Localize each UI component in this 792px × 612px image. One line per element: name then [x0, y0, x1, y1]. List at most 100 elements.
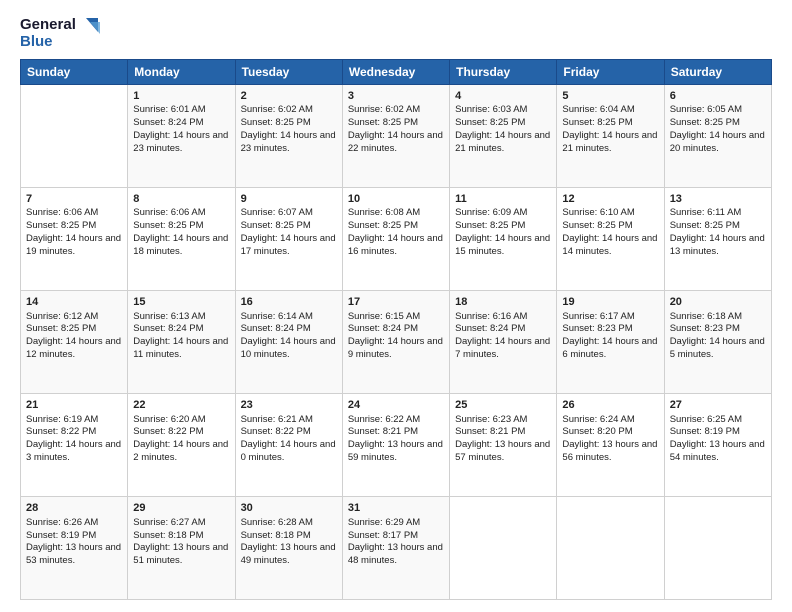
calendar-cell: 31Sunrise: 6:29 AM Sunset: 8:17 PMDayligh…	[342, 496, 449, 599]
day-number: 17	[348, 295, 444, 310]
sunrise-text: Sunrise: 6:05 AM	[670, 104, 742, 115]
week-row-3: 21Sunrise: 6:19 AMSunset: 8:22 PMDayligh…	[21, 393, 772, 496]
sunset-text: Sunset: 8:19 PM	[26, 530, 96, 541]
calendar-cell	[557, 496, 664, 599]
daylight-text: Daylight: 13 hours and 49 minutes.	[241, 542, 336, 566]
daylight-text: Daylight: 14 hours and 10 minutes.	[241, 336, 336, 360]
calendar-cell: 18Sunrise: 6:16 AMSunset: 8:24 PMDayligh…	[450, 290, 557, 393]
daylight-text: Daylight: 13 hours and 56 minutes.	[562, 439, 657, 463]
daylight-text: Daylight: 14 hours and 12 minutes.	[26, 336, 121, 360]
calendar-cell: 30Sunrise: 6:28 AMSunset: 8:18 PMDayligh…	[235, 496, 342, 599]
sunset-text: Sunset: 8:25 PM	[562, 220, 632, 231]
calendar-cell: 24Sunrise: 6:22 AMSunset: 8:21 PMDayligh…	[342, 393, 449, 496]
daylight-text: Daylight: 14 hours and 6 minutes.	[562, 336, 657, 360]
daylight-text: Daylight: 13 hours and 57 minutes.	[455, 439, 550, 463]
daylight-text: Daylight: 14 hours and 22 minutes.	[348, 130, 443, 154]
day-header-saturday: Saturday	[664, 59, 771, 84]
day-header-wednesday: Wednesday	[342, 59, 449, 84]
logo: General Blue	[20, 16, 100, 51]
day-number: 16	[241, 295, 337, 310]
sunset-text: Sunset: 8:25 PM	[670, 220, 740, 231]
day-number: 7	[26, 192, 122, 207]
calendar-cell: 16Sunrise: 6:14 AMSunset: 8:24 PMDayligh…	[235, 290, 342, 393]
sunset-text: Sunset: 8:25 PM	[455, 117, 525, 128]
day-number: 21	[26, 398, 122, 413]
calendar-cell: 3Sunrise: 6:02 AMSunset: 8:25 PMDaylight…	[342, 84, 449, 187]
sunset-text: Sunset: 8:18 PM	[133, 530, 203, 541]
day-number: 11	[455, 192, 551, 207]
sunrise-text: Sunrise: 6:29 AM	[348, 517, 420, 528]
day-number: 20	[670, 295, 766, 310]
day-number: 29	[133, 501, 229, 516]
calendar-cell: 12Sunrise: 6:10 AMSunset: 8:25 PMDayligh…	[557, 187, 664, 290]
sunset-text: Sunset: 8:24 PM	[133, 323, 203, 334]
week-row-4: 28Sunrise: 6:26 AMSunset: 8:19 PMDayligh…	[21, 496, 772, 599]
sunset-text: Sunset: 8:25 PM	[455, 220, 525, 231]
daylight-text: Daylight: 14 hours and 16 minutes.	[348, 233, 443, 257]
sunset-text: Sunset: 8:24 PM	[133, 117, 203, 128]
calendar-cell	[664, 496, 771, 599]
sunset-text: Sunset: 8:25 PM	[348, 220, 418, 231]
sunset-text: Sunset: 8:23 PM	[562, 323, 632, 334]
sunrise-text: Sunrise: 6:06 AM	[26, 207, 98, 218]
sunset-text: Sunset: 8:20 PM	[562, 426, 632, 437]
day-header-monday: Monday	[128, 59, 235, 84]
sunrise-text: Sunrise: 6:02 AM	[241, 104, 313, 115]
day-number: 25	[455, 398, 551, 413]
logo-bird-icon	[78, 16, 100, 34]
calendar-cell	[21, 84, 128, 187]
calendar-cell: 1Sunrise: 6:01 AMSunset: 8:24 PMDaylight…	[128, 84, 235, 187]
sunset-text: Sunset: 8:25 PM	[241, 220, 311, 231]
sunrise-text: Sunrise: 6:12 AM	[26, 311, 98, 322]
day-number: 14	[26, 295, 122, 310]
day-number: 31	[348, 501, 444, 516]
daylight-text: Daylight: 13 hours and 48 minutes.	[348, 542, 443, 566]
sunrise-text: Sunrise: 6:04 AM	[562, 104, 634, 115]
calendar-cell: 2Sunrise: 6:02 AMSunset: 8:25 PMDaylight…	[235, 84, 342, 187]
calendar-cell: 28Sunrise: 6:26 AMSunset: 8:19 PMDayligh…	[21, 496, 128, 599]
sunrise-text: Sunrise: 6:13 AM	[133, 311, 205, 322]
sunset-text: Sunset: 8:22 PM	[241, 426, 311, 437]
daylight-text: Daylight: 13 hours and 53 minutes.	[26, 542, 121, 566]
sunrise-text: Sunrise: 6:14 AM	[241, 311, 313, 322]
day-header-tuesday: Tuesday	[235, 59, 342, 84]
sunset-text: Sunset: 8:17 PM	[348, 530, 418, 541]
daylight-text: Daylight: 13 hours and 51 minutes.	[133, 542, 228, 566]
sunset-text: Sunset: 8:25 PM	[133, 220, 203, 231]
calendar-table: SundayMondayTuesdayWednesdayThursdayFrid…	[20, 59, 772, 601]
daylight-text: Daylight: 14 hours and 21 minutes.	[455, 130, 550, 154]
sunset-text: Sunset: 8:25 PM	[241, 117, 311, 128]
sunrise-text: Sunrise: 6:07 AM	[241, 207, 313, 218]
daylight-text: Daylight: 14 hours and 17 minutes.	[241, 233, 336, 257]
day-number: 22	[133, 398, 229, 413]
day-number: 28	[26, 501, 122, 516]
daylight-text: Daylight: 14 hours and 23 minutes.	[133, 130, 228, 154]
calendar-cell: 10Sunrise: 6:08 AMSunset: 8:25 PMDayligh…	[342, 187, 449, 290]
calendar-cell: 22Sunrise: 6:20 AMSunset: 8:22 PMDayligh…	[128, 393, 235, 496]
sunrise-text: Sunrise: 6:03 AM	[455, 104, 527, 115]
sunset-text: Sunset: 8:23 PM	[670, 323, 740, 334]
sunset-text: Sunset: 8:22 PM	[26, 426, 96, 437]
daylight-text: Daylight: 14 hours and 0 minutes.	[241, 439, 336, 463]
calendar-cell: 27Sunrise: 6:25 AMSunset: 8:19 PMDayligh…	[664, 393, 771, 496]
calendar-cell: 7Sunrise: 6:06 AMSunset: 8:25 PMDaylight…	[21, 187, 128, 290]
sunrise-text: Sunrise: 6:01 AM	[133, 104, 205, 115]
daylight-text: Daylight: 14 hours and 15 minutes.	[455, 233, 550, 257]
sunset-text: Sunset: 8:19 PM	[670, 426, 740, 437]
sunrise-text: Sunrise: 6:06 AM	[133, 207, 205, 218]
day-number: 2	[241, 89, 337, 104]
calendar-cell: 17Sunrise: 6:15 AMSunset: 8:24 PMDayligh…	[342, 290, 449, 393]
day-number: 12	[562, 192, 658, 207]
daylight-text: Daylight: 14 hours and 21 minutes.	[562, 130, 657, 154]
calendar-cell: 13Sunrise: 6:11 AMSunset: 8:25 PMDayligh…	[664, 187, 771, 290]
sunrise-text: Sunrise: 6:18 AM	[670, 311, 742, 322]
logo-text-general: General	[20, 17, 76, 34]
calendar-cell: 23Sunrise: 6:21 AMSunset: 8:22 PMDayligh…	[235, 393, 342, 496]
sunset-text: Sunset: 8:18 PM	[241, 530, 311, 541]
sunset-text: Sunset: 8:22 PM	[133, 426, 203, 437]
day-number: 30	[241, 501, 337, 516]
sunset-text: Sunset: 8:25 PM	[670, 117, 740, 128]
daylight-text: Daylight: 14 hours and 18 minutes.	[133, 233, 228, 257]
sunset-text: Sunset: 8:25 PM	[562, 117, 632, 128]
sunrise-text: Sunrise: 6:25 AM	[670, 414, 742, 425]
